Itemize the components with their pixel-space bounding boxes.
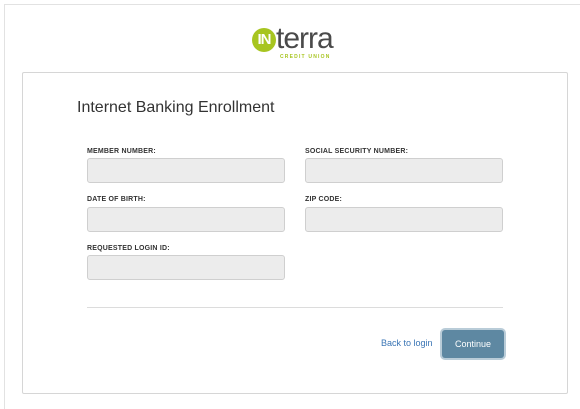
enrollment-card: Internet Banking Enrollment MEMBER NUMBE… [22, 72, 568, 394]
ssn-label: SOCIAL SECURITY NUMBER: [305, 148, 409, 155]
dob-input[interactable] [87, 207, 285, 232]
divider [87, 307, 503, 308]
interra-logo-icon: IN [252, 28, 276, 52]
logo-subtitle: CREDIT UNION [280, 54, 331, 60]
zip-label: ZIP CODE: [305, 196, 343, 203]
zip-input[interactable] [305, 207, 503, 232]
logo-wordmark: terra [276, 22, 334, 55]
interra-logo: IN terra CREDIT UNION [252, 22, 352, 60]
ssn-input[interactable] [305, 158, 503, 183]
login-id-label: REQUESTED LOGIN ID: [87, 245, 170, 252]
page-title: Internet Banking Enrollment [77, 99, 275, 116]
dob-label: DATE OF BIRTH: [87, 196, 146, 203]
back-to-login-link[interactable]: Back to login [381, 338, 433, 348]
continue-button[interactable]: Continue [442, 330, 504, 358]
member-number-input[interactable] [87, 158, 285, 183]
login-id-input[interactable] [87, 255, 285, 280]
member-number-label: MEMBER NUMBER: [87, 148, 156, 155]
